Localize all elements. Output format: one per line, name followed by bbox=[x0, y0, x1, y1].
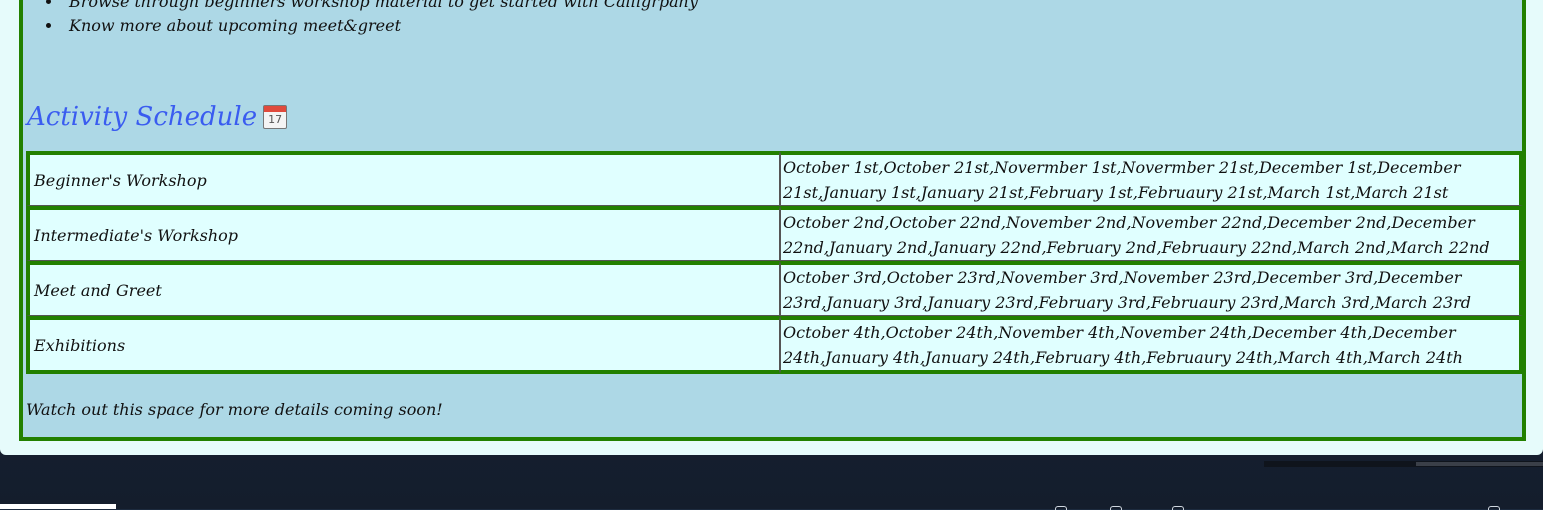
calendar-icon-date: 17 bbox=[264, 113, 286, 127]
footer-note: Watch out this space for more details co… bbox=[26, 400, 443, 419]
tray-icon[interactable] bbox=[1110, 506, 1122, 510]
activity-schedule-title: Activity Schedule bbox=[27, 102, 257, 132]
table-row: Beginner's Workshop October 1st,October … bbox=[26, 151, 1523, 206]
intro-list: Browse through beginners workshop materi… bbox=[63, 0, 698, 38]
taskbar-start-area[interactable] bbox=[0, 504, 116, 509]
table-row: Exhibitions October 4th,October 24th,Nov… bbox=[26, 316, 1523, 374]
taskbar bbox=[0, 504, 1543, 509]
activity-schedule-heading: Activity Schedule 17 bbox=[27, 102, 287, 132]
calendar-icon-header bbox=[264, 106, 286, 112]
activity-name-cell: Intermediate's Workshop bbox=[26, 206, 780, 261]
activity-dates-cell: October 3rd,October 23rd,November 3rd,No… bbox=[780, 261, 1523, 316]
activity-dates-cell: October 4th,October 24th,November 4th,No… bbox=[780, 316, 1523, 374]
scrollbar-thumb[interactable] bbox=[1416, 462, 1543, 466]
intro-item-meet-greet: Know more about upcoming meet&greet bbox=[63, 14, 698, 38]
activity-dates-cell: October 2nd,October 22nd,November 2nd,No… bbox=[780, 206, 1523, 261]
tray-icon[interactable] bbox=[1055, 506, 1067, 510]
activity-name-cell: Beginner's Workshop bbox=[26, 151, 780, 206]
calendar-icon: 17 bbox=[263, 105, 287, 129]
tray-icon[interactable] bbox=[1172, 506, 1184, 510]
tray-icon[interactable] bbox=[1488, 506, 1500, 510]
page-content: Browse through beginners workshop materi… bbox=[19, 0, 1526, 441]
schedule-table: Beginner's Workshop October 1st,October … bbox=[26, 151, 1523, 374]
scrollbar-track[interactable] bbox=[1264, 461, 1543, 467]
table-row: Intermediate's Workshop October 2nd,Octo… bbox=[26, 206, 1523, 261]
intro-item-workshop-material: Browse through beginners workshop materi… bbox=[63, 0, 698, 14]
activity-name-cell: Meet and Greet bbox=[26, 261, 780, 316]
activity-name-cell: Exhibitions bbox=[26, 316, 780, 374]
table-row: Meet and Greet October 3rd,October 23rd,… bbox=[26, 261, 1523, 316]
activity-dates-cell: October 1st,October 21st,Novermber 1st,N… bbox=[780, 151, 1523, 206]
browser-window: Browse through beginners workshop materi… bbox=[0, 0, 1543, 455]
